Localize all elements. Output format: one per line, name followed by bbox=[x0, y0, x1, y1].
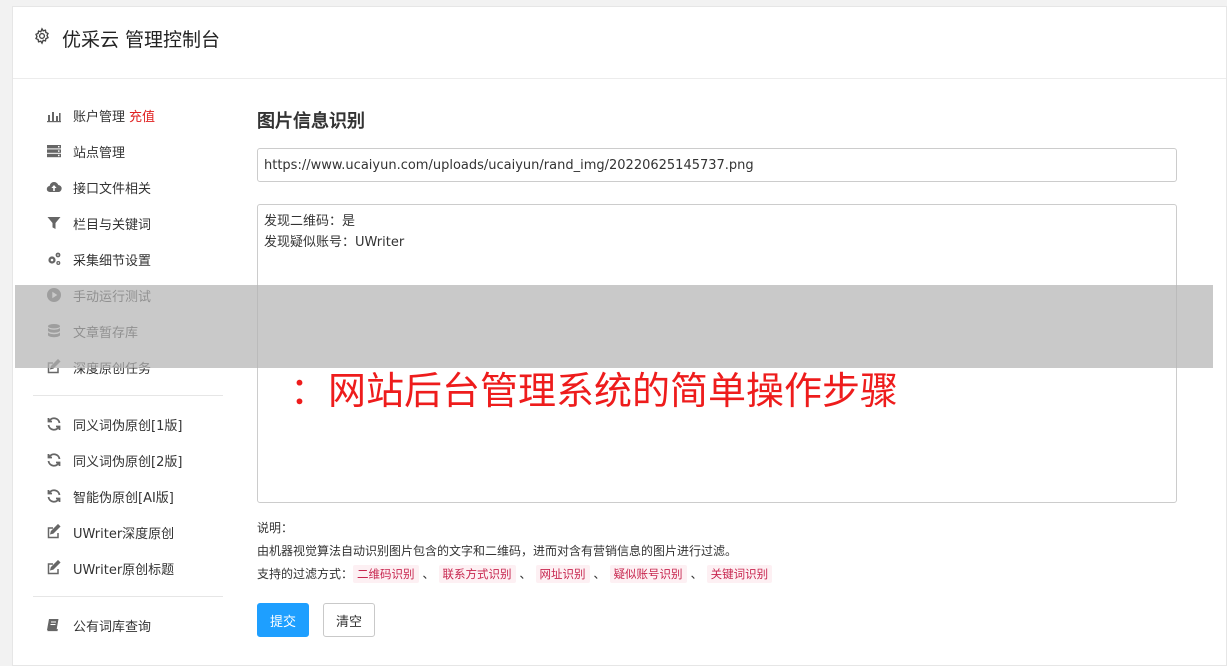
tag-keyword: 关键词识别 bbox=[706, 565, 773, 583]
submit-button[interactable]: 提交 bbox=[257, 603, 310, 637]
refresh-icon bbox=[44, 452, 64, 468]
tag-separator: 、 bbox=[690, 567, 703, 581]
sidebar-item-label: 同义词伪原创[1版] bbox=[73, 418, 183, 434]
sidebar-item[interactable]: 同义词伪原创[1版] bbox=[33, 406, 223, 442]
sidebar-item-label: 同义词伪原创[2版] bbox=[73, 454, 183, 470]
book-icon bbox=[44, 617, 64, 633]
page-title: 优采云 管理控制台 bbox=[62, 29, 221, 51]
result-line-account: 发现疑似账号：UWriter bbox=[264, 235, 405, 250]
console-header: 优采云 管理控制台 bbox=[13, 7, 1226, 79]
tag-contact: 联系方式识别 bbox=[438, 565, 516, 583]
sidebar-divider bbox=[33, 596, 223, 597]
gear-icon bbox=[35, 27, 49, 45]
sidebar-item[interactable]: 公有词库查询 bbox=[33, 607, 223, 643]
sidebar-item-label: UWriter深度原创 bbox=[73, 526, 175, 542]
tag-qrcode: 二维码识别 bbox=[353, 565, 419, 583]
sidebar-item-label: 站点管理 bbox=[73, 145, 126, 161]
bar-chart-icon bbox=[44, 107, 64, 123]
sidebar-nav: 账户管理充值站点管理接口文件相关栏目与关键词采集细节设置手动运行测试文章暂存库深… bbox=[33, 97, 223, 643]
sidebar-item-label: 采集细节设置 bbox=[73, 253, 152, 269]
section-title: 图片信息识别 bbox=[257, 111, 365, 132]
support-label: 支持的过滤方式： bbox=[257, 567, 354, 581]
sidebar-item[interactable]: 站点管理 bbox=[33, 133, 223, 169]
edit-icon bbox=[44, 524, 64, 540]
sidebar-item[interactable]: 采集细节设置 bbox=[33, 241, 223, 277]
clear-button[interactable]: 清空 bbox=[323, 603, 376, 637]
sidebar-item[interactable]: UWriter深度原创 bbox=[33, 514, 223, 550]
sidebar-item-label: 账户管理 bbox=[73, 109, 126, 125]
description-label: 说明： bbox=[257, 521, 294, 535]
tag-url: 网址识别 bbox=[535, 565, 590, 583]
main-panel: 图片信息识别 发现二维码：是 发现疑似账号：UWriter 说明： 由机器视觉算… bbox=[257, 107, 1177, 637]
gray-overlay-band bbox=[15, 285, 1213, 368]
sidebar-item[interactable]: 栏目与关键词 bbox=[33, 205, 223, 241]
tag-account: 疑似账号识别 bbox=[609, 565, 687, 583]
recharge-link[interactable]: 充值 bbox=[129, 106, 155, 125]
description-text: 由机器视觉算法自动识别图片包含的文字和二维码，进而对含有营销信息的图片进行过滤。 bbox=[257, 544, 738, 558]
result-line-qrcode: 发现二维码：是 bbox=[264, 214, 356, 229]
sidebar-item-label: 接口文件相关 bbox=[73, 181, 152, 197]
sidebar-item[interactable]: UWriter原创标题 bbox=[33, 550, 223, 586]
gears-icon bbox=[44, 251, 64, 267]
action-buttons: 提交 清空 bbox=[257, 603, 376, 637]
filter-icon bbox=[44, 215, 64, 231]
sidebar-item[interactable]: 接口文件相关 bbox=[33, 169, 223, 205]
cloud-upload-icon bbox=[44, 179, 64, 195]
tag-separator: 、 bbox=[593, 567, 606, 581]
server-icon bbox=[44, 143, 64, 159]
sidebar-divider bbox=[33, 395, 223, 396]
sidebar-item-label: 公有词库查询 bbox=[73, 619, 152, 635]
refresh-icon bbox=[44, 488, 64, 504]
description-block: 说明： 由机器视觉算法自动识别图片包含的文字和二维码，进而对含有营销信息的图片进… bbox=[257, 517, 773, 586]
tag-separator: 、 bbox=[422, 567, 435, 581]
tag-separator: 、 bbox=[519, 567, 532, 581]
image-url-input[interactable] bbox=[257, 148, 1177, 182]
edit-icon bbox=[44, 560, 64, 576]
watermark-text: ：网站后台管理系统的简单操作步骤 bbox=[290, 369, 899, 413]
sidebar-item[interactable]: 智能伪原创[AI版] bbox=[33, 478, 223, 514]
refresh-icon bbox=[44, 416, 64, 432]
sidebar-item[interactable]: 账户管理 充值 bbox=[33, 97, 223, 133]
sidebar-item-label: UWriter原创标题 bbox=[73, 562, 175, 578]
sidebar-item-label: 智能伪原创[AI版] bbox=[73, 490, 174, 506]
sidebar-item-label: 栏目与关键词 bbox=[73, 217, 152, 233]
sidebar-item[interactable]: 同义词伪原创[2版] bbox=[33, 442, 223, 478]
support-line: 支持的过滤方式： 二维码识别、联系方式识别、网址识别、疑似账号识别、关键词识别 bbox=[257, 563, 773, 586]
